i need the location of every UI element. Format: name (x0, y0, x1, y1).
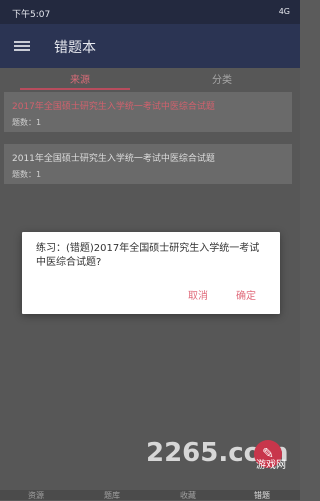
list-item-title: 2017年全国硕士研究生入学统一考试中医综合试题 (12, 102, 215, 112)
nav-item-favorites[interactable]: 收藏 (180, 490, 196, 501)
nav-item-wrong-questions[interactable]: 错题 (254, 490, 270, 501)
tab-source[interactable]: 来源 (70, 71, 90, 86)
tab-bar: 来源 分类 (0, 68, 300, 90)
list-item[interactable]: 2011年全国硕士研究生入学统一考试中医综合试题 题数：1 (4, 144, 292, 184)
app-bar: 错题本 (0, 24, 300, 68)
status-icons: 4G (278, 7, 290, 16)
tab-category[interactable]: 分类 (212, 71, 232, 86)
nav-item-resources[interactable]: 资源 (28, 490, 44, 501)
cancel-button[interactable]: 取消 (188, 287, 208, 302)
status-bar: 下午5:07 4G (0, 0, 300, 24)
watermark-badge: 游戏网 (256, 460, 286, 471)
page-title: 错题本 (54, 40, 96, 56)
nav-item-question-bank[interactable]: 题库 (104, 490, 120, 501)
bottom-nav: 资源 题库 收藏 错题 (0, 490, 300, 500)
status-time: 下午5:07 (12, 10, 51, 20)
list-item-count: 题数：1 (12, 118, 42, 127)
list-item-count: 题数：1 (12, 170, 42, 179)
list-item[interactable]: 2017年全国硕士研究生入学统一考试中医综合试题 题数：1 (4, 92, 292, 132)
tab-indicator (20, 88, 130, 90)
menu-icon[interactable] (14, 41, 30, 51)
confirm-button[interactable]: 确定 (236, 287, 256, 302)
list-item-title: 2011年全国硕士研究生入学统一考试中医综合试题 (12, 154, 215, 164)
practice-dialog: 练习：(错题)2017年全国硕士研究生入学统一考试中医综合试题? 取消 确定 (22, 232, 280, 314)
dialog-message: 练习：(错题)2017年全国硕士研究生入学统一考试中医综合试题? (36, 243, 260, 268)
